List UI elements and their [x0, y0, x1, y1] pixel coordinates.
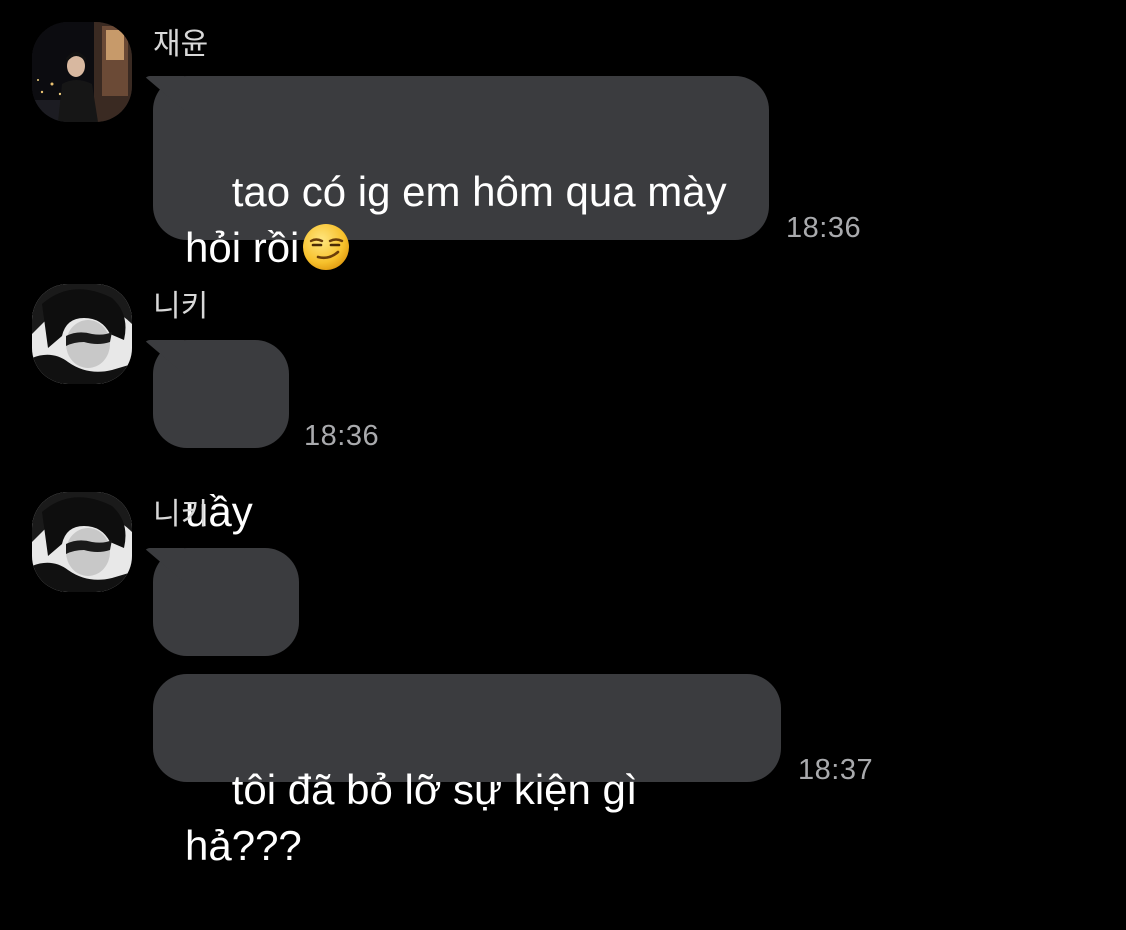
- message-text: tao có ig em hôm qua mày: [231, 168, 727, 215]
- message-timestamp: 18:36: [304, 420, 380, 452]
- message-bubble[interactable]: tôi đã bỏ lỡ sự kiện gì hả???: [153, 674, 781, 869]
- message-timestamp: 18:36: [786, 212, 862, 244]
- sender-name: 니키: [153, 290, 209, 323]
- sender-name: 니키: [153, 498, 209, 531]
- message-text: tôi đã bỏ lỡ sự kiện gì hả???: [185, 766, 650, 869]
- profile-photo-icon: [32, 492, 132, 592]
- profile-photo-icon: [32, 22, 132, 122]
- message-bubble[interactable]: tao có ig em hôm qua mày hỏi rồi: [153, 76, 769, 271]
- message-bubble[interactable]: tutu: [153, 548, 299, 743]
- smirking-face-emoji-icon: [303, 224, 350, 270]
- message-timestamp: 18:37: [798, 754, 874, 786]
- message-bubble[interactable]: uầy: [153, 340, 289, 535]
- avatar-jaeyun[interactable]: [32, 22, 132, 122]
- profile-photo-icon: [32, 284, 132, 384]
- avatar-niki[interactable]: [32, 492, 132, 592]
- message-text: hỏi rồi: [185, 224, 300, 271]
- sender-name: 재윤: [153, 28, 209, 61]
- avatar-niki[interactable]: [32, 284, 132, 384]
